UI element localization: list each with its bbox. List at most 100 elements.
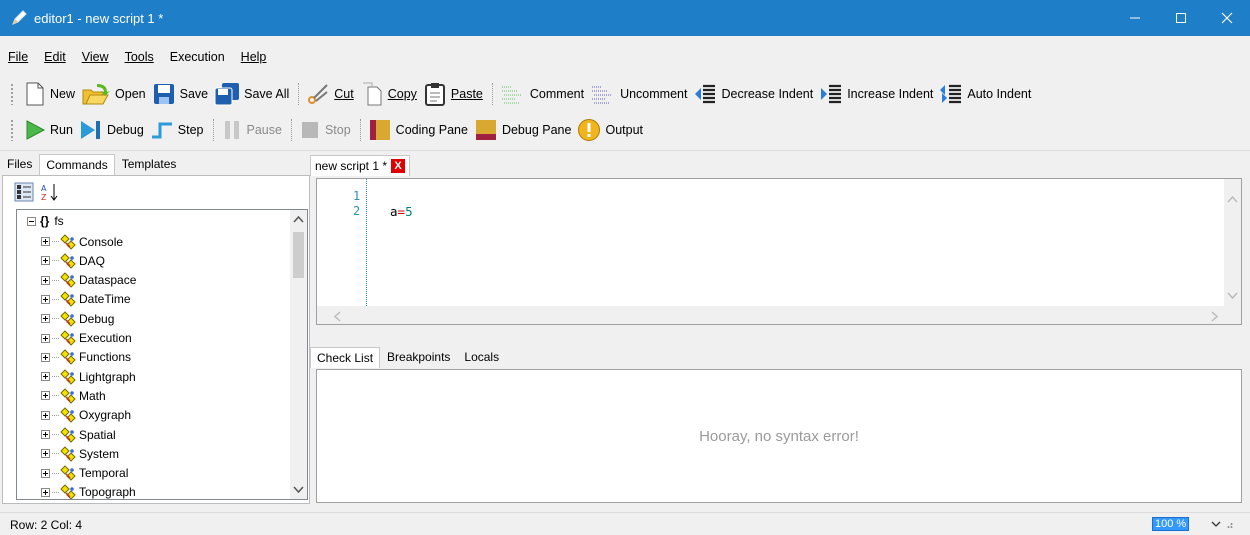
tree-item[interactable]: Temporal (41, 464, 128, 483)
expand-icon[interactable] (41, 430, 50, 439)
increase-indent-button[interactable]: Increase Indent (817, 80, 937, 108)
tree-item[interactable]: Spatial (41, 425, 116, 444)
scrollbar-thumb[interactable] (293, 232, 304, 278)
tree-item[interactable]: Execution (41, 329, 132, 348)
tree-item[interactable]: Lightgraph (41, 367, 136, 386)
menu-file[interactable]: File (0, 50, 36, 64)
tree-item[interactable]: Oxygraph (41, 406, 131, 425)
save-all-button[interactable]: Save All (212, 80, 293, 108)
scroll-down-icon[interactable] (293, 486, 304, 494)
scroll-right-icon[interactable] (1211, 311, 1219, 322)
tree-connector (52, 241, 60, 242)
expand-icon[interactable] (41, 333, 50, 343)
close-tab-button[interactable]: X (391, 159, 406, 173)
menu-execution[interactable]: Execution (162, 50, 233, 64)
menu-tools[interactable]: Tools (117, 50, 162, 64)
new-button[interactable]: New (22, 80, 79, 108)
run-button[interactable]: Run (22, 116, 77, 144)
tab-breakpoints[interactable]: Breakpoints (380, 346, 457, 368)
expand-icon[interactable] (41, 449, 50, 459)
debug-pane-button[interactable]: Debug Pane (472, 116, 576, 144)
open-button[interactable]: Open (79, 80, 150, 108)
tree-connector (52, 279, 60, 281)
save-label: Save (179, 87, 209, 101)
tree-scrollbar[interactable] (290, 210, 307, 499)
code-line[interactable]: a=5 (390, 204, 413, 219)
output-button[interactable]: Output (575, 116, 647, 144)
editor-vertical-scrollbar[interactable] (1224, 179, 1241, 306)
menu-edit[interactable]: Edit (36, 50, 74, 64)
editor-tab[interactable]: new script 1 * X (310, 155, 411, 176)
tree-item[interactable]: Console (41, 232, 123, 251)
tab-templates[interactable]: Templates (115, 153, 184, 175)
chevron-down-icon[interactable] (1211, 520, 1221, 528)
expand-icon[interactable] (41, 391, 50, 401)
scroll-left-icon[interactable] (333, 311, 341, 322)
namespace-icon (60, 465, 76, 481)
tree-connector (52, 260, 60, 262)
pause-button[interactable]: Pause (219, 116, 286, 144)
expand-icon[interactable] (41, 487, 50, 497)
menu-help[interactable]: Help (233, 50, 275, 64)
scroll-up-icon[interactable] (1227, 195, 1238, 203)
tab-check-list[interactable]: Check List (310, 347, 381, 368)
tree-item[interactable]: Debug (41, 309, 114, 328)
toolbar-grip[interactable] (10, 83, 14, 105)
tree-item[interactable]: DAQ (41, 251, 105, 270)
scroll-down-icon[interactable] (1227, 292, 1238, 300)
maximize-button[interactable] (1158, 0, 1204, 36)
step-button[interactable]: Step (148, 116, 208, 144)
tree-root[interactable]: {} fs (27, 213, 64, 229)
sort-alphabetical-icon[interactable]: AZ (40, 182, 60, 202)
collapse-icon[interactable] (27, 216, 36, 226)
pause-icon (224, 121, 239, 139)
menu-view[interactable]: View (74, 50, 117, 64)
expand-icon[interactable] (41, 256, 50, 266)
minimize-button[interactable] (1112, 0, 1158, 36)
expand-icon[interactable] (41, 468, 50, 478)
tree-item[interactable]: Math (41, 386, 106, 405)
expand-icon[interactable] (41, 275, 50, 285)
expand-icon[interactable] (41, 237, 50, 246)
stop-button[interactable]: Stop (297, 116, 355, 144)
categorized-view-icon[interactable] (14, 182, 34, 202)
namespace-icon (60, 291, 76, 308)
tab-files[interactable]: Files (0, 153, 39, 175)
auto-indent-icon (940, 84, 962, 104)
debug-icon (80, 121, 100, 139)
paste-button[interactable]: Paste (421, 80, 487, 108)
editor-horizontal-scrollbar[interactable] (317, 306, 1241, 324)
expand-icon[interactable] (41, 372, 50, 382)
coding-pane-button[interactable]: Coding Pane (366, 116, 472, 144)
expand-icon[interactable] (41, 314, 50, 324)
tab-locals[interactable]: Locals (457, 346, 506, 368)
tab-commands[interactable]: Commands (39, 154, 115, 175)
resize-grip-icon[interactable] (1227, 519, 1233, 529)
expand-icon[interactable] (41, 294, 50, 304)
zoom-select[interactable]: 100 % (1152, 515, 1244, 533)
close-button[interactable] (1204, 0, 1250, 36)
debug-button[interactable]: Debug (77, 116, 148, 144)
copy-button[interactable]: Copy (358, 80, 421, 108)
step-icon (151, 122, 172, 139)
code-editor[interactable]: 1 2 a=5 (316, 178, 1242, 325)
debug-pane-icon (475, 120, 496, 140)
menu-execution-label: Execution (169, 50, 225, 64)
toolbar-grip[interactable] (10, 119, 14, 141)
scroll-up-icon[interactable] (293, 215, 304, 223)
execution-toolbar: Run Debug Step Pause Stop Coding Pane De… (0, 113, 647, 147)
cut-button[interactable]: Cut (304, 80, 357, 108)
comment-button[interactable]: Comment (498, 80, 588, 108)
new-file-icon (26, 82, 44, 106)
tree-item[interactable]: Topograph (41, 483, 136, 499)
save-button[interactable]: Save (150, 80, 213, 108)
expand-icon[interactable] (41, 352, 50, 362)
uncomment-button[interactable]: Uncomment (588, 80, 691, 108)
tree-item[interactable]: Dataspace (41, 271, 136, 290)
decrease-indent-button[interactable]: Decrease Indent (691, 80, 817, 108)
expand-icon[interactable] (41, 410, 50, 420)
auto-indent-button[interactable]: Auto Indent (937, 80, 1035, 108)
tree-item[interactable]: DateTime (41, 290, 131, 309)
tree-item[interactable]: System (41, 444, 119, 463)
tree-item[interactable]: Functions (41, 348, 131, 367)
